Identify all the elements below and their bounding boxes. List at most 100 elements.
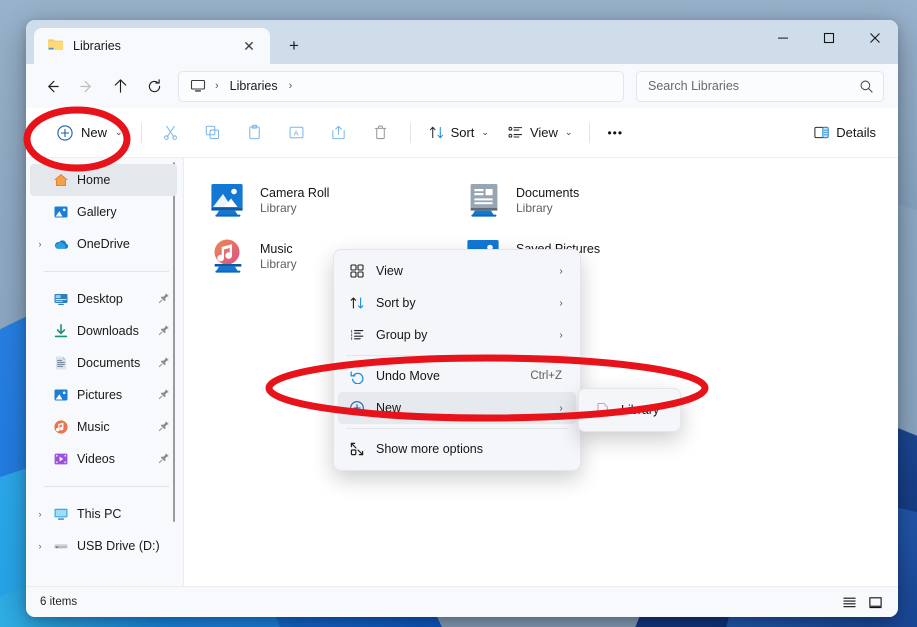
pin-icon[interactable]	[158, 452, 170, 467]
context-menu-item-label: Group by	[370, 328, 554, 342]
pin-icon[interactable]	[158, 292, 170, 307]
breadcrumb-separator-2[interactable]: ›	[286, 80, 296, 92]
downloads-icon	[50, 323, 72, 339]
context-menu: View›Sort by›Group by›Undo MoveCtrl+ZNew…	[333, 249, 581, 471]
share-icon[interactable]	[319, 117, 359, 149]
pin-icon[interactable]	[158, 324, 170, 339]
sidebar-item-documents[interactable]: Documents	[30, 347, 177, 379]
context-menu-item-label: New	[370, 401, 554, 415]
view-grid-icon	[349, 263, 365, 279]
sort-button[interactable]: Sort ⌄	[420, 117, 497, 149]
more-options-button[interactable]: •••	[599, 117, 631, 149]
this-pc-icon[interactable]	[187, 78, 209, 94]
sidebar-item-desktop[interactable]: Desktop	[30, 283, 177, 315]
ellipsis-icon: •••	[607, 126, 623, 140]
chevron-right-icon: ›	[554, 266, 568, 277]
tab-label: Libraries	[73, 39, 227, 53]
context-menu-item-label: Undo Move	[370, 369, 530, 383]
sidebar-item-videos[interactable]: Videos	[30, 443, 177, 475]
details-pane-button[interactable]: Details	[805, 117, 884, 149]
sidebar-divider	[44, 486, 169, 487]
toolbar-divider-2	[410, 123, 411, 143]
close-tab-icon[interactable]: ✕	[236, 33, 262, 59]
details-label: Details	[836, 125, 876, 140]
sidebar-item-pictures[interactable]: Pictures	[30, 379, 177, 411]
title-bar: Libraries ✕ +	[26, 20, 898, 64]
new-submenu: Library	[578, 388, 681, 432]
chevron-right-icon: ›	[554, 330, 568, 341]
chevron-down-icon: ⌄	[565, 127, 573, 138]
up-icon[interactable]	[104, 70, 136, 102]
list-view-icon[interactable]	[836, 591, 862, 613]
address-bar-row: › Libraries › Search Libraries	[26, 64, 898, 108]
search-icon[interactable]	[859, 79, 874, 94]
sidebar-item-downloads[interactable]: Downloads	[30, 315, 177, 347]
search-placeholder: Search Libraries	[648, 79, 859, 93]
context-menu-item-undo-move[interactable]: Undo MoveCtrl+Z	[338, 360, 576, 392]
tab-libraries[interactable]: Libraries ✕	[34, 28, 270, 64]
breadcrumb[interactable]: › Libraries ›	[178, 71, 624, 102]
back-icon[interactable]	[36, 70, 68, 102]
pin-icon[interactable]	[158, 388, 170, 403]
expand-icon	[349, 441, 365, 457]
refresh-icon[interactable]	[138, 70, 170, 102]
sidebar-item-label: Gallery	[72, 205, 170, 219]
paste-icon[interactable]	[235, 117, 275, 149]
context-menu-item-shortcut: Ctrl+Z	[530, 370, 568, 382]
file-item-name: Music	[260, 242, 297, 256]
context-menu-item-group-by[interactable]: Group by›	[338, 319, 576, 351]
delete-icon[interactable]	[361, 117, 401, 149]
usb-drive-icon	[53, 538, 69, 554]
view-button[interactable]: View ⌄	[499, 117, 581, 149]
gallery-icon	[50, 204, 72, 220]
context-menu-item-show-more-options[interactable]: Show more options	[338, 433, 576, 465]
chevron-right-icon[interactable]: ›	[30, 239, 50, 249]
chevron-right-icon[interactable]: ›	[30, 541, 50, 551]
maximize-icon[interactable]	[806, 20, 852, 56]
forward-icon[interactable]	[70, 70, 102, 102]
sidebar-item-usb-drive-d[interactable]: ›USB Drive (D:)	[30, 530, 177, 562]
search-input[interactable]: Search Libraries	[636, 71, 884, 102]
music-icon	[50, 419, 72, 435]
minimize-icon[interactable]	[760, 20, 806, 56]
pin-icon[interactable]	[158, 420, 170, 435]
chevron-right-icon: ›	[554, 403, 568, 414]
group-icon	[344, 327, 370, 343]
file-item-text: DocumentsLibrary	[516, 186, 579, 215]
tiles-view-icon[interactable]	[862, 591, 888, 613]
sidebar-item-onedrive[interactable]: › OneDrive	[30, 228, 177, 260]
videos-icon	[50, 451, 72, 467]
copy-icon[interactable]	[193, 117, 233, 149]
sidebar-item-gallery[interactable]: Gallery	[30, 196, 177, 228]
context-menu-item-sort-by[interactable]: Sort by›	[338, 287, 576, 319]
context-menu-item-library[interactable]: Library	[583, 394, 676, 426]
home-icon	[50, 172, 72, 188]
tab-strip: Libraries ✕ +	[26, 20, 310, 64]
desktop-icon	[50, 291, 72, 307]
context-menu-item-label: Library	[615, 403, 668, 417]
chevron-right-icon[interactable]: ›	[30, 509, 50, 519]
new-button[interactable]: New ⌄	[50, 117, 132, 149]
document-library-icon	[464, 180, 504, 220]
breadcrumb-item-libraries[interactable]: Libraries	[225, 77, 283, 95]
file-item[interactable]: Camera RollLibrary	[202, 172, 458, 228]
sidebar-item-label: Home	[72, 173, 170, 187]
gallery-icon	[53, 204, 69, 220]
sidebar-item-label: OneDrive	[72, 237, 170, 251]
pictures-icon	[50, 387, 72, 403]
sidebar-item-label: Pictures	[72, 388, 158, 402]
onedrive-icon	[50, 236, 72, 253]
sidebar-item-music[interactable]: Music	[30, 411, 177, 443]
rename-icon[interactable]: A	[277, 117, 317, 149]
cut-icon[interactable]	[151, 117, 191, 149]
folder-icon	[47, 36, 64, 56]
context-menu-item-view[interactable]: View›	[338, 255, 576, 287]
new-tab-icon[interactable]: +	[278, 30, 310, 62]
pin-icon[interactable]	[158, 356, 170, 371]
close-window-icon[interactable]	[852, 20, 898, 56]
sidebar-item-home[interactable]: Home	[30, 164, 177, 196]
sidebar-item-this-pc[interactable]: ›This PC	[30, 498, 177, 530]
svg-text:A: A	[294, 128, 300, 137]
file-item[interactable]: DocumentsLibrary	[458, 172, 714, 228]
context-menu-item-new[interactable]: New›	[338, 392, 576, 424]
